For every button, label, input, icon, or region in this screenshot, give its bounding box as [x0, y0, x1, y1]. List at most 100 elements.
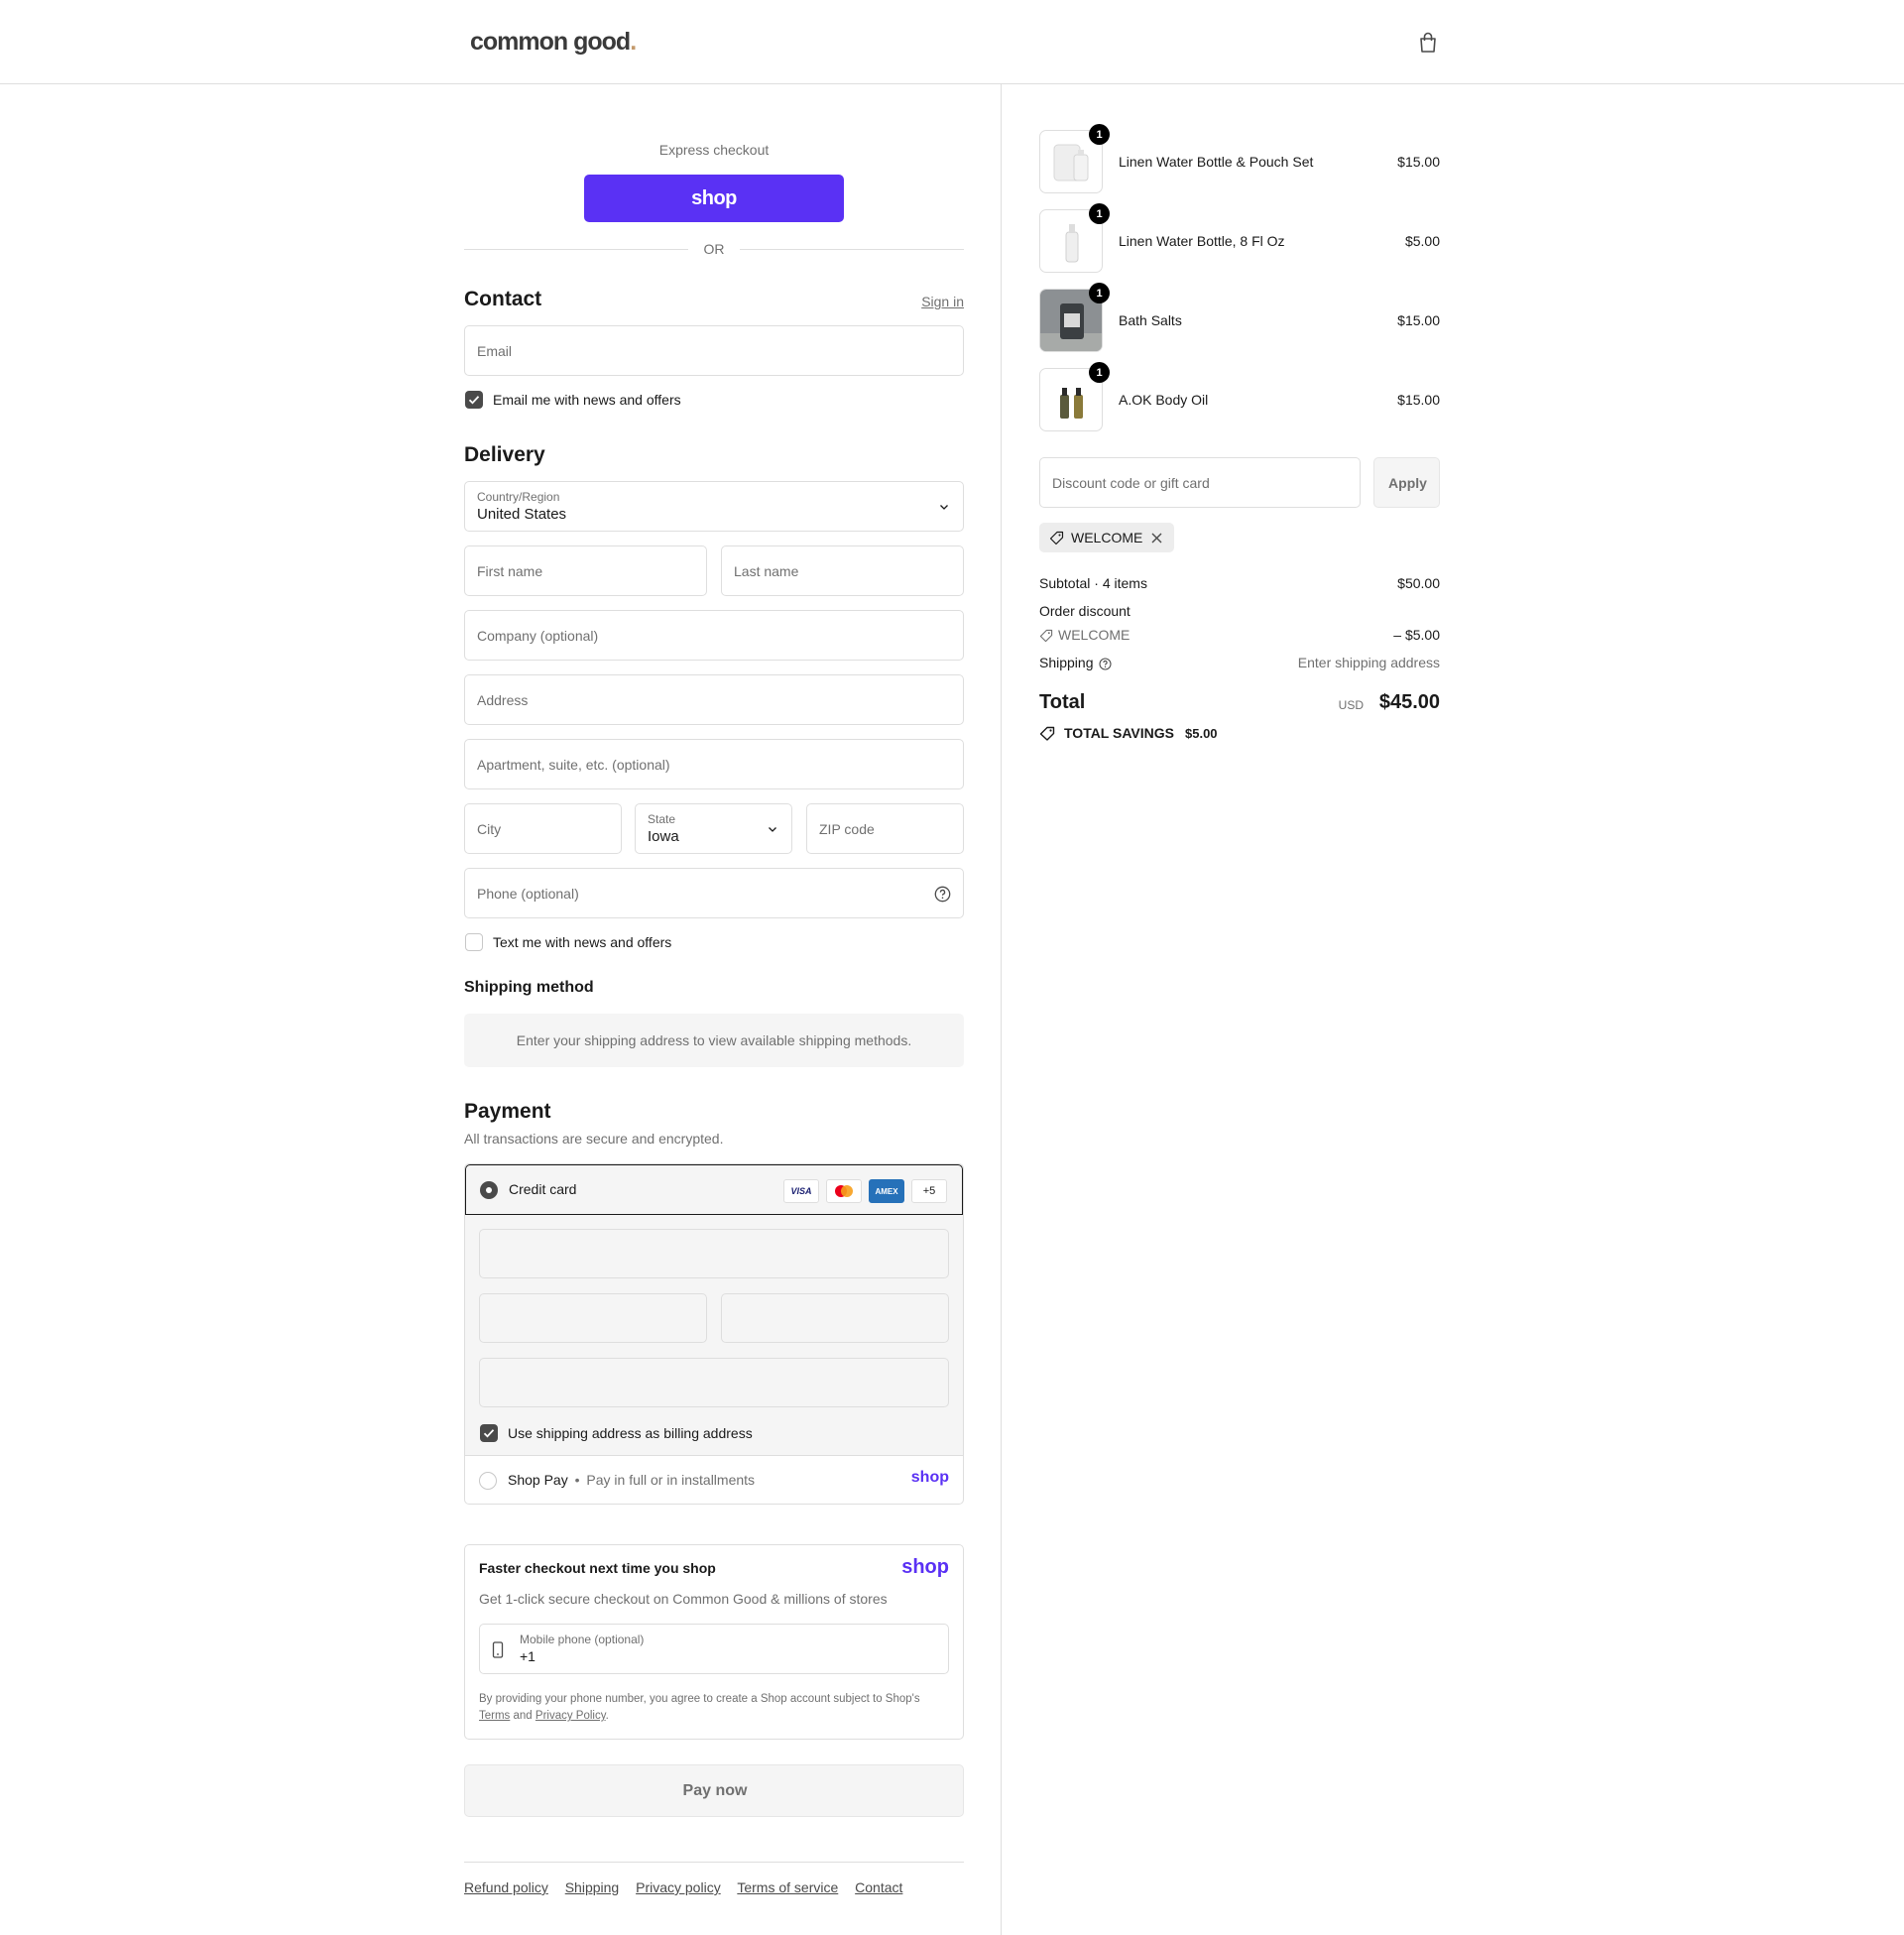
email-placeholder: Email — [477, 343, 513, 359]
refund-policy-link[interactable]: Refund policy — [464, 1879, 548, 1895]
shop-pay-option[interactable]: Shop Pay • Pay in full or in installment… — [465, 1456, 963, 1504]
city-placeholder: City — [477, 821, 502, 837]
applied-discount-chip: WELCOME — [1039, 523, 1174, 552]
delivery-heading: Delivery — [464, 443, 545, 466]
shop-logo: shop — [901, 1556, 949, 1578]
shipping-label: Shipping — [1039, 655, 1094, 670]
or-text: OR — [703, 241, 725, 257]
payment-methods: Credit card VISA AMEX +5 Use shipping ad… — [464, 1163, 964, 1505]
sign-in-link[interactable]: Sign in — [921, 294, 964, 309]
column-divider — [1001, 84, 1002, 1935]
discount-code-input[interactable]: Discount code or gift card — [1039, 457, 1361, 508]
quantity-badge: 1 — [1089, 203, 1110, 224]
chevron-down-icon — [769, 827, 776, 832]
site-header: common good. — [0, 0, 1904, 84]
privacy-policy-link[interactable]: Privacy policy — [636, 1879, 721, 1895]
applied-code-text: WELCOME — [1071, 530, 1143, 545]
cart-item: 1 Linen Water Bottle & Pouch Set $15.00 — [1039, 124, 1440, 193]
mobile-phone-icon — [492, 1641, 504, 1658]
shipping-method-message: Enter your shipping address to view avai… — [516, 1032, 912, 1048]
card-expiry-field[interactable] — [479, 1293, 707, 1343]
total-savings-label: TOTAL SAVINGS — [1064, 725, 1174, 741]
shop-pay-description: Pay in full or in installments — [586, 1472, 756, 1488]
quantity-badge: 1 — [1089, 124, 1110, 145]
footer-links: Refund policy Shipping Privacy policy Te… — [464, 1879, 915, 1895]
pay-now-button[interactable]: Pay now — [464, 1764, 964, 1817]
close-icon[interactable] — [1151, 533, 1162, 544]
zip-field[interactable]: ZIP code — [806, 803, 964, 854]
phone-field[interactable]: Phone (optional) — [464, 868, 964, 918]
first-name-field[interactable]: First name — [464, 545, 707, 596]
savings-tag-icon — [1039, 726, 1055, 741]
privacy-policy-link[interactable]: Privacy Policy — [536, 1710, 606, 1722]
card-cvv-field[interactable] — [721, 1293, 949, 1343]
help-icon[interactable] — [934, 886, 951, 903]
subtotal-value: $50.00 — [1397, 575, 1440, 591]
shipping-method-heading: Shipping method — [464, 979, 594, 996]
total-savings-value: $5.00 — [1185, 726, 1218, 741]
order-summary-background — [1002, 84, 1904, 1935]
mastercard-icon — [826, 1179, 862, 1203]
terms-of-service-link[interactable]: Terms of service — [737, 1879, 838, 1895]
credit-card-label: Credit card — [509, 1181, 577, 1197]
apartment-field[interactable]: Apartment, suite, etc. (optional) — [464, 739, 964, 789]
card-name-field[interactable] — [479, 1358, 949, 1407]
terms-link[interactable]: Terms — [479, 1710, 510, 1722]
email-news-checkbox[interactable] — [465, 391, 483, 409]
city-field[interactable]: City — [464, 803, 622, 854]
cart-item: 1 A.OK Body Oil $15.00 — [1039, 362, 1440, 431]
phone-placeholder: Phone (optional) — [477, 886, 579, 902]
card-number-field[interactable] — [479, 1229, 949, 1278]
cart-item: 1 Linen Water Bottle, 8 Fl Oz $5.00 — [1039, 203, 1440, 273]
address-field[interactable]: Address — [464, 674, 964, 725]
item-price: $15.00 — [1397, 392, 1440, 408]
item-price: $5.00 — [1404, 233, 1440, 249]
country-select[interactable]: Country/Region United States — [464, 481, 964, 532]
tag-icon — [1039, 629, 1053, 643]
total-label: Total — [1039, 691, 1086, 713]
item-name: Linen Water Bottle, 8 Fl Oz — [1119, 233, 1285, 249]
visa-text: VISA — [790, 1186, 812, 1196]
last-name-field[interactable]: Last name — [721, 545, 964, 596]
shipping-link[interactable]: Shipping — [565, 1879, 620, 1895]
shipping-value: Enter shipping address — [1297, 655, 1440, 670]
state-value: Iowa — [648, 828, 679, 845]
apartment-placeholder: Apartment, suite, etc. (optional) — [477, 757, 670, 773]
chevron-down-icon — [940, 505, 948, 510]
help-icon[interactable] — [1099, 658, 1112, 670]
shop-button-label: shop — [691, 186, 737, 209]
faster-checkout-title: Faster checkout next time you shop — [479, 1560, 716, 1576]
apply-discount-button[interactable]: Apply — [1373, 457, 1440, 508]
email-field[interactable]: Email — [464, 325, 964, 376]
credit-card-radio[interactable] — [480, 1181, 498, 1199]
shop-pay-radio[interactable] — [479, 1472, 497, 1490]
mobile-phone-label: Mobile phone (optional) — [520, 1633, 645, 1646]
mobile-phone-field[interactable]: Mobile phone (optional) +1 — [479, 1624, 949, 1674]
quantity-badge: 1 — [1089, 362, 1110, 383]
shop-logo: shop — [910, 1469, 949, 1486]
discount-placeholder: Discount code or gift card — [1052, 475, 1210, 491]
mobile-phone-value: +1 — [520, 1648, 536, 1664]
country-label: Country/Region — [477, 490, 560, 504]
store-logo[interactable]: common good. — [470, 28, 637, 57]
express-checkout-label: Express checkout — [658, 142, 770, 158]
company-placeholder: Company (optional) — [477, 628, 599, 644]
text-news-checkbox[interactable] — [465, 933, 483, 951]
checkmark-icon — [483, 1429, 495, 1438]
shop-pay-label: Shop Pay — [508, 1472, 568, 1488]
billing-same-checkbox[interactable] — [480, 1424, 498, 1442]
more-cards-badge: +5 — [911, 1179, 947, 1203]
item-name: A.OK Body Oil — [1119, 392, 1209, 408]
contact-link[interactable]: Contact — [855, 1879, 902, 1895]
total-row: Total $45.00 USD — [1039, 691, 1440, 717]
contact-heading: Contact — [464, 288, 542, 310]
shopping-bag-icon[interactable] — [1418, 32, 1438, 54]
credit-card-option[interactable]: Credit card VISA AMEX +5 — [465, 1164, 963, 1215]
company-field[interactable]: Company (optional) — [464, 610, 964, 661]
billing-same-label: Use shipping address as billing address — [508, 1425, 753, 1441]
payment-heading: Payment — [464, 1100, 551, 1123]
item-price: $15.00 — [1397, 312, 1440, 328]
state-select[interactable]: State Iowa — [635, 803, 792, 854]
item-name: Linen Water Bottle & Pouch Set — [1119, 154, 1314, 170]
shop-pay-express-button[interactable]: shop — [584, 175, 844, 222]
